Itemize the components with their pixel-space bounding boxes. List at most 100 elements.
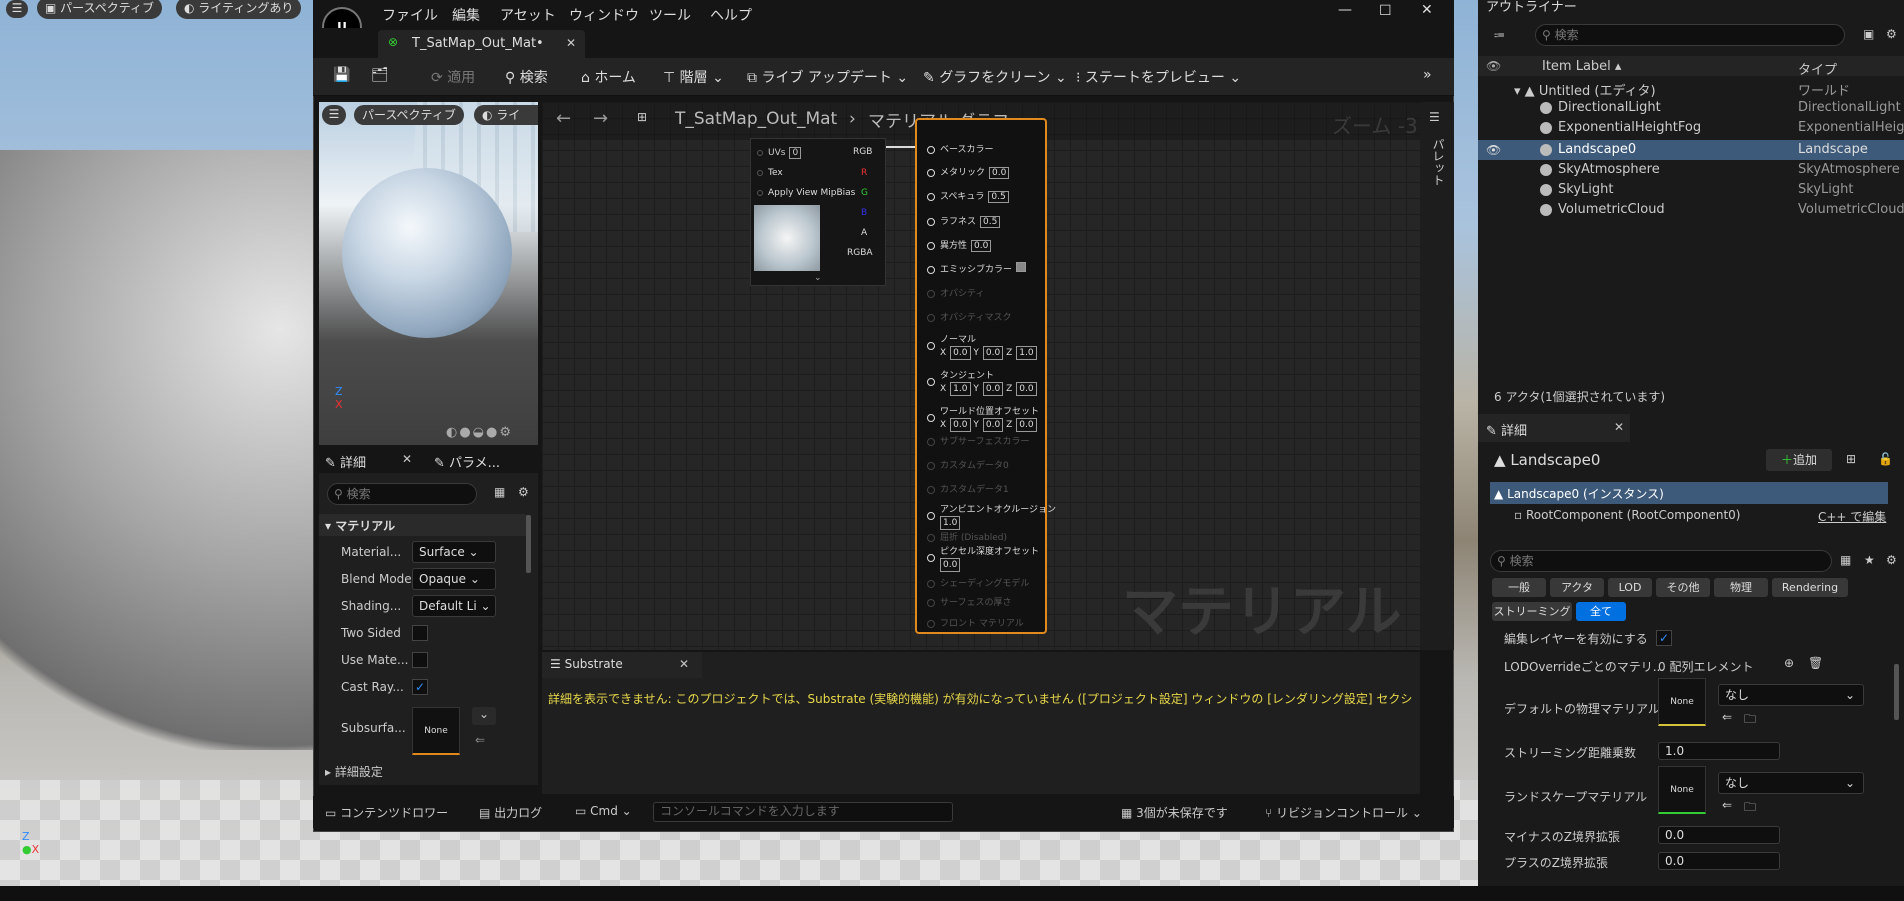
filter-chip[interactable]: Rendering	[1772, 578, 1848, 597]
details-right-search-input[interactable]: ⚲ 検索	[1490, 550, 1832, 572]
preview-lighting-button[interactable]: ◐ ライテ	[474, 105, 538, 125]
forward-arrow-icon[interactable]: →	[593, 108, 608, 129]
root-component-row[interactable]: ▫ RootComponent (RootComponent0)	[1514, 508, 1741, 522]
add-component-button[interactable]: ＋追加	[1766, 449, 1832, 471]
search-button[interactable]: ⚲ 検索	[505, 67, 548, 87]
item-label-column[interactable]: Item Label ▴	[1542, 59, 1621, 74]
tab-material[interactable]: ⊗ T_SatMap_Out_Mat• ✕	[378, 30, 585, 58]
menu-file[interactable]: ファイル	[382, 5, 438, 25]
revision-control-button[interactable]: ⑂ リビジョンコントロール ⌄	[1265, 804, 1422, 821]
live-update-button[interactable]: ⧉ ライブ アップデート ⌄	[747, 67, 908, 87]
preview-perspective-button[interactable]: パースペクティブ	[354, 105, 464, 125]
blend-mode-dropdown[interactable]: Opaque ⌄	[412, 568, 496, 590]
details-scrollbar[interactable]	[526, 515, 531, 573]
filter-chip[interactable]: 物理	[1714, 578, 1768, 597]
unsaved-button[interactable]: ▦ 3個が未保存です	[1121, 804, 1228, 821]
use-material-checkbox[interactable]	[412, 652, 428, 668]
close-window-icon[interactable]: ✕	[1421, 2, 1433, 18]
browse-icon[interactable]: 🗂	[371, 67, 389, 83]
details-right-tab[interactable]: ✎ 詳細 ✕	[1478, 414, 1630, 442]
back-arrow-icon[interactable]: ←	[556, 108, 571, 129]
enable-edit-layers-checkbox[interactable]: ✓	[1656, 630, 1672, 646]
outliner-settings-icon[interactable]: ⚙	[1886, 27, 1897, 41]
outliner-item[interactable]: SkyLight	[1540, 182, 1613, 197]
cast-ray-checkbox[interactable]: ✓	[412, 679, 428, 695]
console-input[interactable]: コンソールコマンドを入力します	[653, 802, 953, 822]
gear-icon[interactable]: ⚙	[518, 485, 529, 499]
filter-chip-active[interactable]: 全て	[1576, 602, 1626, 621]
pos-z-input[interactable]: 0.0	[1658, 852, 1780, 870]
details-tab[interactable]: ✎ 詳細	[325, 452, 366, 471]
neg-z-input[interactable]: 0.0	[1658, 826, 1780, 844]
lock-icon[interactable]: 🔓	[1878, 452, 1893, 466]
outliner-root[interactable]: ▾ ▲ Untitled (エディタ)	[1514, 80, 1656, 99]
edit-cpp-link[interactable]: C++ で編集	[1818, 508, 1886, 525]
gear-icon[interactable]: ⚙	[1886, 553, 1897, 567]
parameters-tab[interactable]: ✎ パラメ...	[434, 452, 500, 471]
filter-chip[interactable]: アクタ	[1550, 578, 1604, 597]
preview-state-button[interactable]: ⁝ ステートをプレビュー ⌄	[1076, 67, 1241, 87]
expand-node-icon[interactable]: ⌄	[814, 273, 822, 283]
use-selected-icon[interactable]: ⇐	[475, 733, 485, 747]
uvs-value[interactable]: 0	[789, 147, 802, 159]
palette-menu-icon[interactable]: ☰	[1429, 110, 1440, 124]
preview-menu-icon[interactable]: ☰	[322, 105, 346, 125]
blueprint-icon[interactable]: ⊞	[1846, 452, 1856, 466]
shading-model-dropdown[interactable]: Default Li ⌄	[412, 595, 496, 617]
substrate-tab-close-icon[interactable]: ✕	[679, 657, 689, 671]
home-button[interactable]: ⌂ ホーム	[581, 67, 636, 87]
menu-help[interactable]: ヘルプ	[710, 5, 752, 25]
instance-row[interactable]: ▲ Landscape0 (インスタンス)	[1490, 482, 1888, 504]
details-tab-close-icon[interactable]: ✕	[402, 452, 412, 466]
default-phys-dropdown[interactable]: なし ⌄	[1718, 684, 1864, 706]
add-folder-icon[interactable]: ▣	[1863, 27, 1874, 41]
tab-close-icon[interactable]: ✕	[566, 36, 576, 50]
cmd-dropdown[interactable]: ▭ Cmd ⌄	[575, 804, 632, 818]
visibility-eye-icon[interactable]: 👁	[1486, 143, 1501, 157]
filter-chip[interactable]: その他	[1656, 578, 1710, 597]
menu-window[interactable]: ウィンドウ	[569, 5, 639, 25]
maximize-icon[interactable]: ☐	[1379, 3, 1392, 19]
details-right-close-icon[interactable]: ✕	[1614, 420, 1624, 434]
filter-chip[interactable]: ストリーミング	[1492, 602, 1572, 621]
material-domain-dropdown[interactable]: Surface ⌄	[412, 541, 496, 563]
details-right-scrollbar[interactable]	[1894, 664, 1899, 720]
browse-asset-icon[interactable]: 🗀	[1744, 798, 1756, 819]
star-icon[interactable]: ★	[1864, 553, 1875, 567]
menu-edit[interactable]: 編集	[452, 5, 480, 25]
viewport-perspective-button[interactable]: ▣ パースペクティブ	[37, 0, 162, 19]
subsurface-thumbnail[interactable]: None	[412, 707, 460, 755]
palette-tab[interactable]: パレット	[1430, 138, 1447, 186]
output-log-button[interactable]: ▤ 出力ログ	[479, 804, 542, 821]
landscape-material-thumbnail[interactable]: None	[1658, 766, 1706, 814]
use-selected-icon[interactable]: ⇐	[1722, 710, 1732, 724]
preview-shape-icons[interactable]: ◐●◒●⚙	[446, 425, 513, 440]
table-view-icon[interactable]: ▦	[494, 485, 505, 499]
subsurface-dropdown-icon[interactable]: ⌄	[472, 707, 496, 725]
hierarchy-button[interactable]: ⊤ 階層 ⌄	[663, 67, 724, 87]
expand-toolbar-icon[interactable]: »	[1423, 67, 1432, 83]
filter-chip[interactable]: LOD	[1608, 578, 1652, 597]
landscape-material-dropdown[interactable]: なし ⌄	[1718, 772, 1864, 794]
trash-icon[interactable]: 🗑	[1808, 656, 1823, 670]
outliner-item-selected[interactable]: Landscape0	[1540, 142, 1636, 157]
stream-distance-input[interactable]: 1.0	[1658, 742, 1780, 760]
minimize-icon[interactable]: —	[1338, 2, 1352, 18]
menu-asset[interactable]: アセット	[500, 5, 556, 25]
menu-tools[interactable]: ツール	[649, 5, 691, 25]
material-result-node[interactable]: ベースカラー メタリック 0.0 スペキュラ 0.5 ラフネス 0.5 異方性 0.0 …	[915, 118, 1056, 634]
filter-icon[interactable]: ⩴	[1494, 27, 1505, 42]
browse-asset-icon[interactable]: 🗀	[1744, 710, 1756, 731]
two-sided-checkbox[interactable]	[412, 625, 428, 641]
apply-button[interactable]: ⟳ 適用	[431, 67, 475, 87]
outliner-item[interactable]: SkyAtmosphere	[1540, 162, 1660, 177]
outliner-item[interactable]: ExponentialHeightFog	[1540, 120, 1701, 135]
outliner-search-input[interactable]: ⚲ 検索	[1535, 24, 1845, 46]
save-icon[interactable]: 💾	[333, 67, 350, 83]
add-element-icon[interactable]: ⊕	[1784, 656, 1794, 670]
default-phys-thumbnail[interactable]: None	[1658, 678, 1706, 726]
content-drawer-button[interactable]: ▭ コンテンツドロワー	[325, 804, 448, 821]
palette-sidebar[interactable]: ☰ パレット	[1420, 102, 1454, 650]
outliner-item[interactable]: DirectionalLight	[1540, 100, 1661, 115]
filter-chip[interactable]: 一般	[1492, 578, 1546, 597]
